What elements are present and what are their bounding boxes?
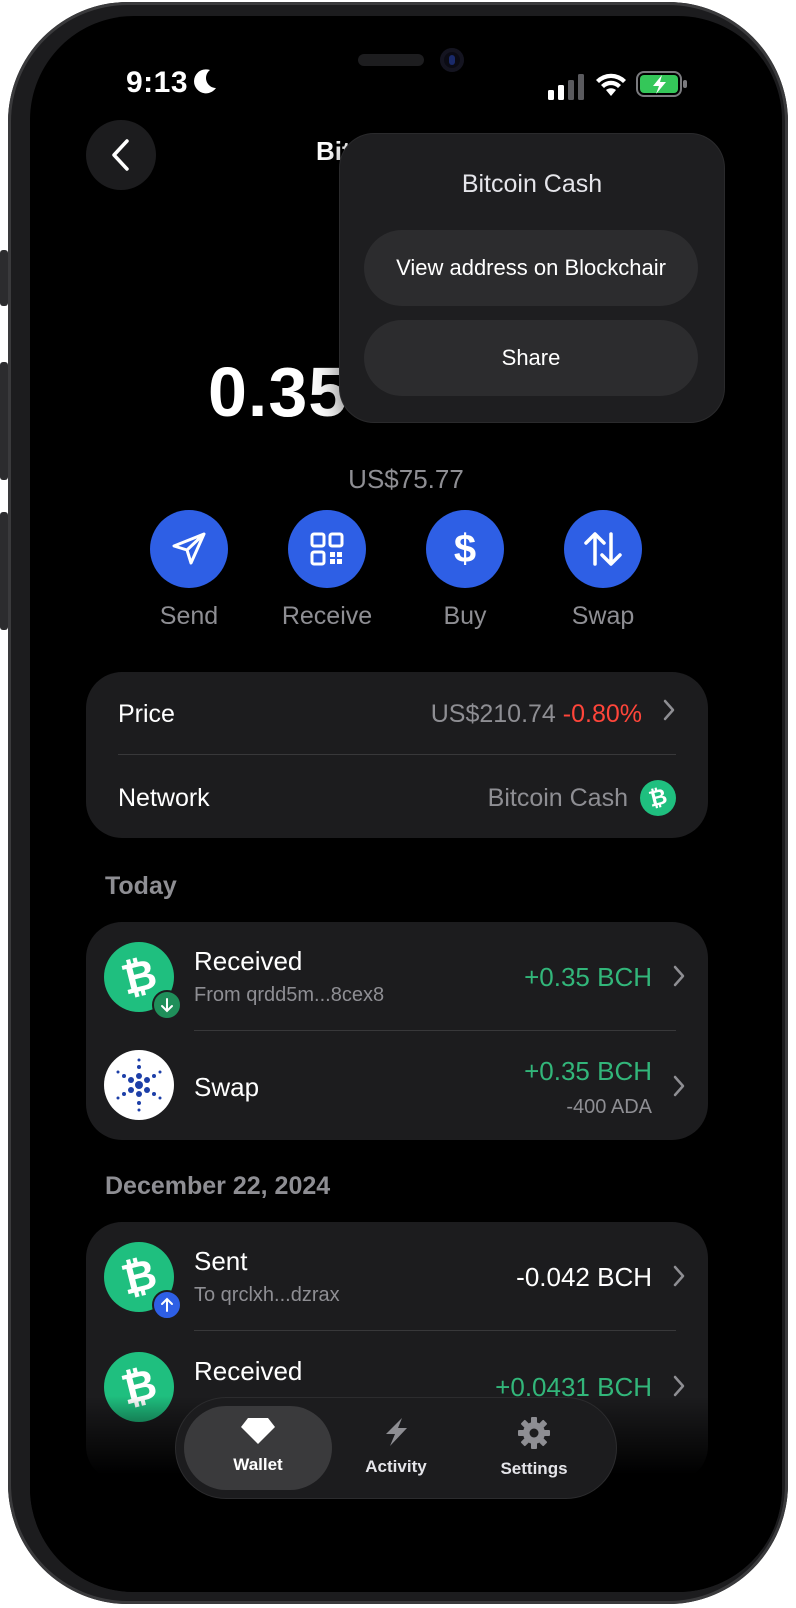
back-button[interactable] [86, 120, 156, 190]
tx-title: Swap [194, 1072, 260, 1102]
buy-action[interactable]: $ Buy [410, 510, 520, 631]
battery-charging-icon [636, 70, 688, 103]
balance-fiat: US$75.77 [348, 464, 464, 494]
tx-amount: +0.35 BCH [524, 1056, 652, 1086]
tab-label: Settings [500, 1459, 568, 1478]
send-action[interactable]: Send [134, 510, 244, 631]
tx-subtitle: To qrclxh...dzrax [194, 1284, 340, 1306]
divider [118, 754, 676, 755]
balance-amount: 0.35 [208, 353, 349, 431]
chevron-right-icon [672, 964, 686, 993]
price-change: -0.80% [562, 700, 642, 728]
send-icon [172, 532, 206, 565]
swap-label: Swap [571, 602, 635, 630]
speaker-grille [358, 54, 424, 66]
diamond-icon [241, 1418, 275, 1444]
volume-down-button [0, 512, 8, 630]
tx-amount: -0.042 BCH [516, 1262, 652, 1292]
swap-arrows-icon [584, 532, 622, 566]
bitcoin-cash-icon: ₿ [640, 780, 676, 816]
network-value: Bitcoin Cash [487, 784, 628, 812]
chevron-right-icon [662, 698, 676, 729]
swap-action[interactable]: Swap [548, 510, 658, 631]
phone-frame: 9:13 Bit 0.35 US$75.77 Send Receive $ Bu… [8, 2, 788, 1604]
tab-bar: Wallet Activity Settings [176, 1398, 616, 1498]
price-label: Price [118, 700, 175, 728]
send-button[interactable] [150, 510, 228, 588]
view-on-blockchair-button[interactable]: View address on Blockchair [364, 230, 698, 306]
share-button[interactable]: Share [364, 320, 698, 396]
cellular-signal-icon [548, 74, 586, 105]
tx-title: Received [194, 1356, 303, 1386]
front-camera [440, 48, 464, 72]
arrow-up-icon [152, 1290, 182, 1320]
context-menu: Bitcoin Cash View address on Blockchair … [340, 134, 724, 422]
lightning-icon [386, 1418, 407, 1446]
qr-code-icon [310, 532, 344, 566]
network-row: Network Bitcoin Cash ₿ [86, 756, 708, 838]
arrow-down-icon [152, 990, 182, 1020]
status-time: 9:13 [126, 66, 189, 99]
silent-switch [0, 250, 8, 306]
tx-row-received[interactable]: ₿ Received From qrdd5m...8cex8 +0.35 BCH [86, 922, 708, 1032]
price-row[interactable]: Price US$210.74 -0.80% [86, 672, 708, 756]
chevron-left-icon [112, 139, 129, 171]
section-header-date: December 22, 2024 [105, 1172, 331, 1200]
dollar-icon: $ [453, 526, 477, 571]
divider [194, 1030, 676, 1031]
receive-label: Receive [281, 602, 373, 630]
tx-row-swap[interactable]: Swap +0.35 BCH -400 ADA [86, 1032, 708, 1140]
price-value-group: US$210.74 -0.80% [431, 700, 642, 729]
menu-title: Bitcoin Cash [461, 170, 603, 198]
receive-action[interactable]: Receive [272, 510, 382, 631]
tab-label: Wallet [233, 1455, 283, 1474]
buy-button[interactable]: $ [426, 510, 504, 588]
cardano-icon [104, 1050, 174, 1120]
tx-amount: +0.35 BCH [524, 962, 652, 992]
info-card: Price US$210.74 -0.80% Network Bitcoin C… [86, 672, 708, 838]
network-label: Network [118, 784, 210, 812]
tab-label: Activity [365, 1457, 427, 1476]
tx-group-today: ₿ Received From qrdd5m...8cex8 +0.35 BCH [86, 922, 708, 1140]
tx-row-sent[interactable]: ₿ Sent To qrclxh...dzrax -0.042 BCH [86, 1222, 708, 1332]
send-label: Send [159, 602, 219, 630]
chevron-right-icon [672, 1264, 686, 1293]
price-value: US$210.74 [430, 700, 556, 728]
screen: 9:13 Bit 0.35 US$75.77 Send Receive $ Bu… [30, 16, 782, 1592]
tx-subtitle: From qrdd5m...8cex8 [194, 984, 385, 1006]
volume-up-button [0, 362, 8, 480]
tab-wallet[interactable]: Wallet [183, 1416, 333, 1475]
wifi-icon [594, 72, 628, 103]
gear-icon [518, 1417, 550, 1449]
section-header-today: Today [105, 872, 177, 900]
chevron-right-icon [672, 1074, 686, 1103]
receive-button[interactable] [288, 510, 366, 588]
swap-button[interactable] [564, 510, 642, 588]
tx-title: Received [194, 946, 303, 976]
moon-icon [192, 68, 218, 101]
divider [194, 1330, 676, 1331]
tab-activity[interactable]: Activity [321, 1416, 471, 1477]
tx-secondary-amount: -400 ADA [566, 1096, 652, 1118]
tab-settings[interactable]: Settings [459, 1416, 609, 1479]
buy-label: Buy [443, 602, 487, 630]
tx-title: Sent [194, 1246, 248, 1276]
